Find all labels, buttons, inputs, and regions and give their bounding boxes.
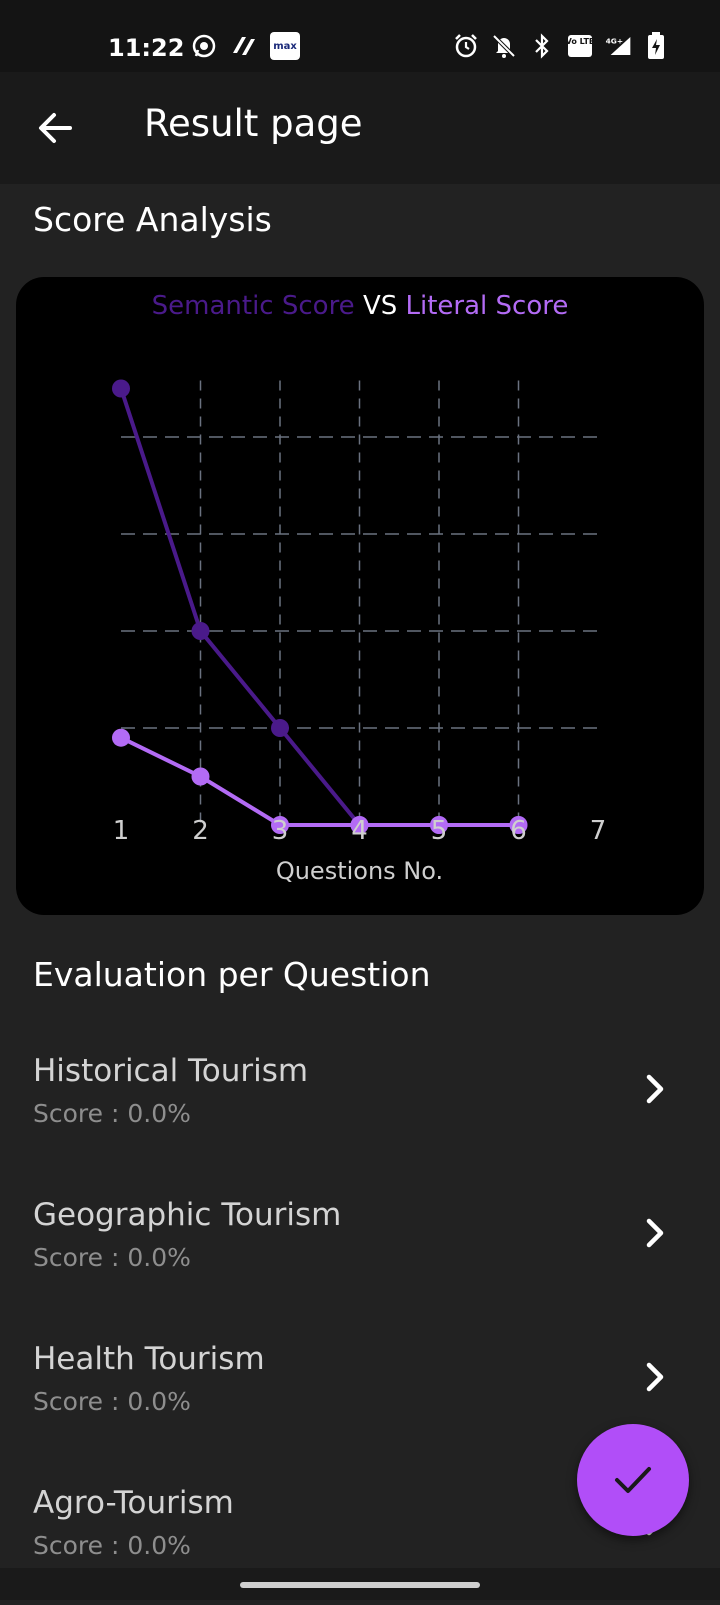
eval-item-name: Agro-Tourism xyxy=(33,1485,234,1521)
arrow-back-icon[interactable] xyxy=(36,108,76,148)
battery-charging-icon xyxy=(642,32,670,60)
eval-item-score: Score : 0.0% xyxy=(33,1531,191,1560)
page-title: Result page xyxy=(144,102,363,145)
x-tick-label: 6 xyxy=(510,816,527,846)
chevron-right-icon[interactable] xyxy=(640,1213,670,1253)
chevron-right-icon[interactable] xyxy=(640,1357,670,1397)
signal-4g-icon: 4G+ xyxy=(604,32,632,60)
app-bar: Result page xyxy=(0,72,720,184)
x-tick-label: 3 xyxy=(272,816,289,846)
eval-item-geographic-tourism[interactable]: Geographic Tourism Score : 0.0% xyxy=(0,1197,720,1317)
x-tick-label: 2 xyxy=(192,816,209,846)
series-line-literal xyxy=(120,735,519,827)
eval-item-score: Score : 0.0% xyxy=(33,1243,191,1272)
status-time: 11:22 xyxy=(108,34,185,62)
status-bar: 11:22 max Vo LTE 4G+ xyxy=(0,0,720,72)
home-indicator[interactable] xyxy=(240,1582,480,1588)
submit-fab-button[interactable] xyxy=(577,1424,689,1536)
eval-item-name: Health Tourism xyxy=(33,1341,265,1377)
app-icon xyxy=(230,32,258,60)
notifications-off-icon xyxy=(490,32,518,60)
whatsapp-icon xyxy=(190,32,218,60)
data-point-semantic xyxy=(191,622,210,640)
max-icon: max xyxy=(270,32,300,60)
eval-item-score: Score : 0.0% xyxy=(33,1387,191,1416)
chevron-right-icon[interactable] xyxy=(640,1069,670,1109)
navigation-bar xyxy=(0,1568,720,1600)
status-right-icons: Vo LTE 4G+ xyxy=(452,32,670,60)
x-axis-title: Questions No. xyxy=(276,857,443,885)
status-left-icons: max xyxy=(190,32,300,60)
eval-item-historical-tourism[interactable]: Historical Tourism Score : 0.0% xyxy=(0,1053,720,1173)
score-analysis-heading: Score Analysis xyxy=(33,200,272,239)
data-point-literal xyxy=(191,767,210,786)
x-tick-label: 4 xyxy=(351,816,368,846)
volte-icon: Vo LTE xyxy=(566,32,594,60)
x-tick-label: 1 xyxy=(113,816,130,846)
score-line-chart: 1 2 3 4 5 6 7 Questions No. xyxy=(112,379,607,885)
eval-item-score: Score : 0.0% xyxy=(33,1099,191,1128)
data-point-semantic xyxy=(271,719,289,737)
series-line-semantic xyxy=(119,387,519,827)
x-tick-label: 5 xyxy=(431,816,448,846)
evaluation-heading: Evaluation per Question xyxy=(33,955,431,994)
eval-item-name: Geographic Tourism xyxy=(33,1197,342,1233)
bluetooth-icon xyxy=(528,32,556,60)
data-point-semantic xyxy=(112,379,130,398)
data-point-literal xyxy=(112,728,130,747)
volte-text-top: Vo LTE xyxy=(567,37,593,46)
x-tick-label: 7 xyxy=(590,816,607,846)
check-icon xyxy=(615,1467,651,1493)
network-text: 4G+ xyxy=(606,37,623,46)
score-chart-card: Semantic Score VS Literal Score 1234567Q… xyxy=(16,277,704,915)
eval-item-name: Historical Tourism xyxy=(33,1053,309,1089)
alarm-icon xyxy=(452,32,480,60)
